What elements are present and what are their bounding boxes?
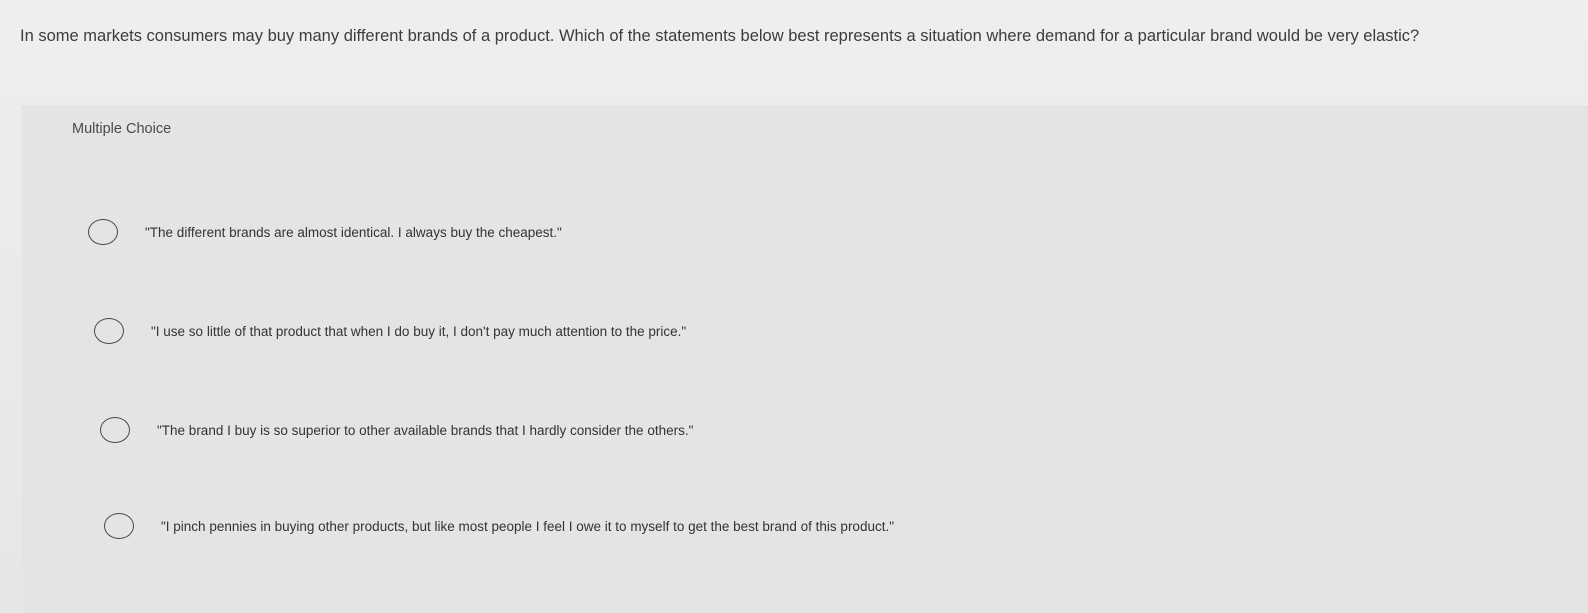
answer-option-text: "I use so little of that product that wh… [151,323,687,339]
answer-option-4[interactable]: "I pinch pennies in buying other product… [104,506,894,546]
question-text: In some markets consumers may buy many d… [20,27,1420,45]
answer-option-1[interactable]: "The different brands are almost identic… [88,212,562,252]
answer-option-text: "The different brands are almost identic… [145,224,562,240]
radio-unselected-icon[interactable] [94,318,124,344]
page: In some markets consumers may buy many d… [0,0,1588,613]
radio-unselected-icon[interactable] [88,219,118,245]
multiple-choice-panel: Multiple Choice "The different brands ar… [22,106,1588,613]
answer-option-2[interactable]: "I use so little of that product that wh… [94,311,686,351]
answer-option-text: "The brand I buy is so superior to other… [157,422,694,438]
radio-unselected-icon[interactable] [104,513,134,539]
answer-option-text: "I pinch pennies in buying other product… [161,518,895,534]
multiple-choice-label: Multiple Choice [72,121,172,137]
answer-option-3[interactable]: "The brand I buy is so superior to other… [100,410,693,450]
radio-unselected-icon[interactable] [100,417,130,443]
